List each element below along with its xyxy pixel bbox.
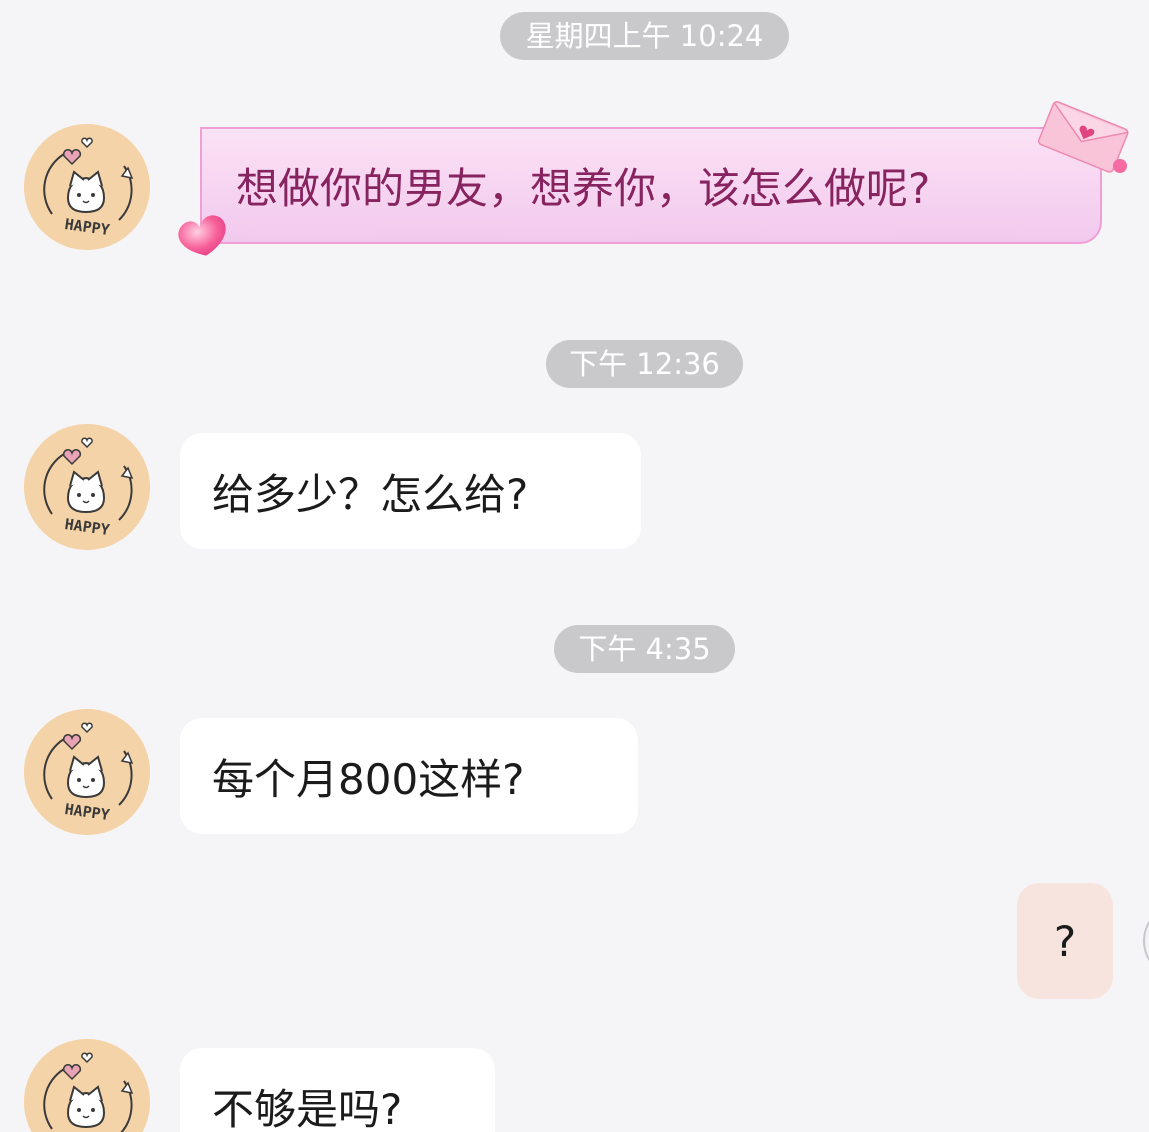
heart-icon bbox=[178, 215, 226, 256]
my-avatar[interactable] bbox=[1140, 908, 1149, 974]
timestamp-pill: 下午 12:36 bbox=[546, 340, 743, 388]
cat-happy-avatar-icon: HAPPY bbox=[24, 124, 150, 250]
message-text: 想做你的男友，想养你，该怎么做呢? bbox=[236, 164, 931, 213]
my-avatar-icon bbox=[1143, 920, 1149, 962]
message-bubble[interactable]: 给多少？怎么给? bbox=[180, 433, 641, 549]
message-text: ? bbox=[1053, 916, 1077, 966]
cat-happy-avatar-icon: HAPPY bbox=[24, 424, 150, 550]
contact-avatar[interactable]: HAPPY bbox=[24, 424, 150, 550]
message-text: 每个月800这样? bbox=[212, 754, 525, 804]
contact-avatar[interactable]: HAPPY bbox=[24, 124, 150, 250]
cat-happy-avatar-icon: HAPPY bbox=[24, 1039, 150, 1132]
contact-avatar[interactable]: HAPPY bbox=[24, 1039, 150, 1132]
message-bubble[interactable]: 想做你的男友，想养你，该怎么做呢? bbox=[200, 127, 1102, 244]
message-bubble[interactable]: 每个月800这样? bbox=[180, 718, 638, 834]
envelope-icon bbox=[1038, 101, 1129, 173]
contact-avatar[interactable]: HAPPY bbox=[24, 709, 150, 835]
message-text: 给多少？怎么给? bbox=[212, 469, 529, 519]
timestamp-pill: 星期四上午 10:24 bbox=[500, 12, 789, 60]
cat-happy-avatar-icon: HAPPY bbox=[24, 709, 150, 835]
my-message-bubble[interactable]: ? bbox=[1017, 883, 1113, 999]
chat-screen: 星期四上午 10:24 HAPPY 想做你的男友，想养你，该怎么做呢? 下午 1… bbox=[0, 0, 1149, 1132]
timestamp-pill: 下午 4:35 bbox=[554, 625, 735, 673]
message-bubble[interactable]: 不够是吗? bbox=[180, 1048, 495, 1132]
message-text: 不够是吗? bbox=[212, 1084, 403, 1132]
